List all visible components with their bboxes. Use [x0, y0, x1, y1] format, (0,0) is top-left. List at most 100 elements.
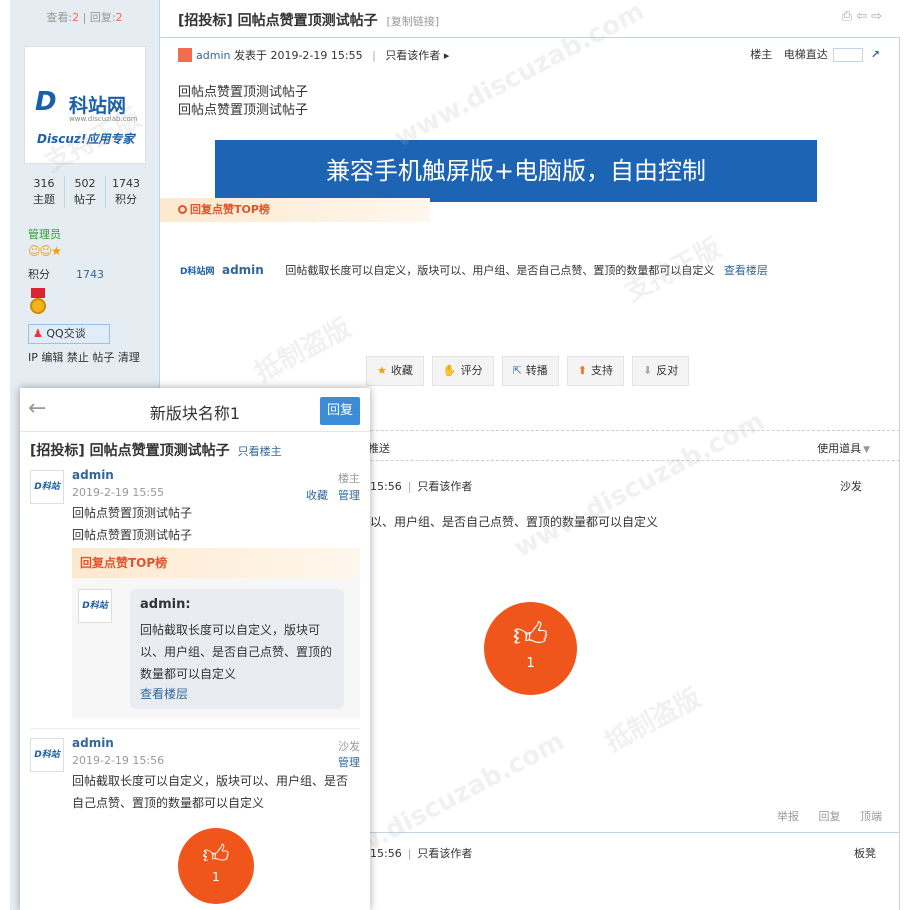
qq-chat-button[interactable]: ♟ QQ交谈 [28, 324, 110, 344]
post-author[interactable]: admin [196, 49, 230, 62]
star-icon: ★ [377, 364, 387, 377]
mobile-preview: ← 新版块名称1 回复 [招投标] 回帖点赞置顶测试帖子 只看楼主 D科站 adm… [20, 388, 370, 910]
mobile-manage-link[interactable]: 管理 [338, 754, 360, 770]
mobile-header: ← 新版块名称1 回复 [20, 388, 370, 432]
thread-tools: ⎙⇦⇨ [842, 9, 886, 24]
thumbs-up-icon: 👍︎ [202, 840, 230, 870]
share-button[interactable]: ⇱ 转播 [501, 356, 559, 386]
user-stats: 316 主题 502 帖子 1743 积分 [24, 176, 146, 208]
reply2-meta: 15:56 | 只看该作者 [370, 480, 473, 493]
mobile-top-header: 回复点赞TOP榜 [72, 548, 360, 578]
thread-title-text: [招投标] 回帖点赞置顶测试帖子 [178, 13, 378, 29]
bubble-view-floor-link[interactable]: 查看楼层 [140, 685, 188, 702]
mobile-thread-title: [招投标] 回帖点赞置顶测试帖子 只看楼主 [30, 443, 282, 459]
prev-icon[interactable]: ⇦ [856, 9, 871, 24]
views-count: 2 [72, 11, 80, 24]
rate-icon: ✋ [442, 364, 457, 377]
mobile-p2-floor: 沙发 [338, 740, 360, 753]
jump-go-icon[interactable]: ↗ [871, 48, 880, 61]
bubble-text: 回帖截取长度可以自定义，版块可以、用户组、是否自己点赞、置顶的数量都可以自定义 [140, 623, 333, 681]
oppose-button[interactable]: ⬇ 反对 [632, 356, 690, 386]
admin-links[interactable]: IP 编辑 禁止 帖子 清理 [28, 349, 140, 365]
medal-icon [30, 288, 46, 316]
jump-label: 电梯直达 [783, 48, 828, 61]
mobile-avatar[interactable]: D科站 [30, 470, 64, 504]
reply2-floor: 沙发 [840, 480, 862, 493]
only-author-link[interactable]: 只看该作者 [417, 480, 472, 493]
mobile-p1-author[interactable]: admin [72, 468, 114, 482]
stats-divider: | [82, 11, 87, 24]
user-stat-threads[interactable]: 316 主题 [24, 176, 65, 208]
view-floor-link[interactable]: 查看楼层 [724, 264, 768, 277]
use-tools-menu[interactable]: 使用道具 ▼ [817, 440, 870, 456]
top-reply-header: 回复点赞TOP榜 [160, 198, 430, 222]
thumbs-up-icon: 👍︎ [512, 615, 549, 655]
post-meta: admin 发表于 2019-2-19 15:55 | 只看该作者 ▸ [178, 47, 449, 63]
reply3-floor: 板凳 [854, 847, 876, 860]
next-icon[interactable]: ⇨ [871, 9, 886, 24]
mobile-p2-date: 2019-2-19 15:56 [72, 754, 165, 767]
only-author-link[interactable]: 只看该作者 [417, 847, 472, 860]
logo-cn: 科站网 [69, 95, 127, 117]
user-role[interactable]: 管理员 [28, 226, 61, 242]
user-stat-posts[interactable]: 502 帖子 [65, 176, 106, 208]
mobile-top-list: D科站 admin: 回帖截取长度可以自定义，版块可以、用户组、是否自己点赞、置… [72, 578, 360, 718]
thread-stats: 查看:2 | 回复:2 [10, 0, 160, 38]
favorite-button[interactable]: ★ 收藏 [366, 356, 424, 386]
mobile-avatar[interactable]: D科站 [30, 738, 64, 772]
thread-header: 查看:2 | 回复:2 [招投标] 回帖点赞置顶测试帖子 [复制链接] ⎙⇦⇨ [10, 0, 900, 38]
rank-stars-icon: ☺☺★ [28, 244, 62, 258]
mobile-p2-body: 回帖截取长度可以自定义，版块可以、用户组、是否自己点赞、置顶的数量都可以自定义 [72, 774, 349, 810]
floor-jump: 楼主 电梯直达 ↗ [750, 46, 880, 62]
reply-text: 回帖截取长度可以自定义，版块可以、用户组、是否自己点赞、置顶的数量都可以自定义 [285, 264, 715, 277]
post-body: 回帖点赞置顶测试帖子 回帖点赞置顶测试帖子 [178, 84, 308, 120]
rate-button[interactable]: ✋ 评分 [431, 356, 494, 386]
report-link[interactable]: 举报 [777, 810, 799, 823]
mobile-manage-link[interactable]: 管理 [338, 487, 360, 503]
logo-url: www.discuzlab.com [69, 115, 138, 123]
reply-link[interactable]: 回复 [819, 810, 841, 823]
mobile-like-button[interactable]: 👍︎ 1 [178, 828, 254, 904]
chevron-down-icon: ▼ [863, 445, 870, 455]
mobile-reply-avatar[interactable]: D科站 [78, 589, 112, 623]
share-icon: ⇱ [512, 364, 522, 377]
online-user-icon [178, 48, 192, 62]
reply2-body: 以、用户组、是否自己点赞、置顶的数量都可以自定义 [370, 515, 659, 529]
print-icon[interactable]: ⎙ [842, 9, 856, 24]
like-button[interactable]: 👍︎ 1 [484, 602, 577, 695]
post-date: 发表于 2019-2-19 15:55 [233, 49, 363, 62]
avatar[interactable]: D 科站网 www.discuzlab.com Discuz!应用专家 [24, 46, 146, 164]
mobile-p2-author[interactable]: admin [72, 736, 114, 750]
mobile-forum-title: 新版块名称1 [149, 404, 241, 423]
promo-banner: 兼容手机触屏版+电脑版，自由控制 [215, 140, 817, 202]
replies-count: 2 [115, 11, 123, 24]
mobile-fav-link[interactable]: 收藏 [306, 487, 328, 503]
post-body-line: 回帖点赞置顶测试帖子 [178, 85, 309, 100]
push-link[interactable]: 推送 [368, 440, 390, 456]
reply2-actions: 举报 回复 顶端 [761, 808, 882, 824]
user-stat-points[interactable]: 1743 积分 [106, 176, 146, 208]
reply-author[interactable]: admin [222, 263, 264, 277]
copy-link[interactable]: [复制链接] [387, 15, 440, 28]
mobile-p1-body: 回帖点赞置顶测试帖子 回帖点赞置顶测试帖子 [72, 506, 193, 542]
views-label: 查看: [46, 11, 73, 24]
like-count: 1 [526, 656, 535, 671]
floor-jump-input[interactable] [833, 48, 864, 62]
oppose-icon: ⬇ [643, 364, 653, 377]
only-author-link[interactable]: 只看该作者 [385, 49, 440, 62]
logo-sub: Discuz!应用专家 [37, 132, 135, 146]
user-points: 积分 1743 [28, 268, 104, 281]
support-icon: ⬆ [577, 364, 588, 377]
qq-icon: ♟ [33, 327, 43, 340]
reply-avatar[interactable]: D科站网 [180, 264, 214, 277]
floor-label: 楼主 [750, 48, 773, 61]
post-actions: ★ 收藏 ✋ 评分 ⇱ 转播 ⬆ 支持 ⬇ 反对 [366, 356, 690, 386]
top-link[interactable]: 顶端 [860, 810, 882, 823]
mobile-reply-button[interactable]: 回复 [320, 397, 360, 425]
thread-title: [招投标] 回帖点赞置顶测试帖子 [复制链接] [178, 10, 439, 30]
only-op-link[interactable]: 只看楼主 [238, 445, 282, 458]
support-button[interactable]: ⬆ 支持 [566, 356, 625, 386]
mobile-p1-date: 2019-2-19 15:55 [72, 486, 165, 499]
mobile-like-count: 1 [212, 870, 220, 884]
circle-icon [178, 205, 187, 214]
